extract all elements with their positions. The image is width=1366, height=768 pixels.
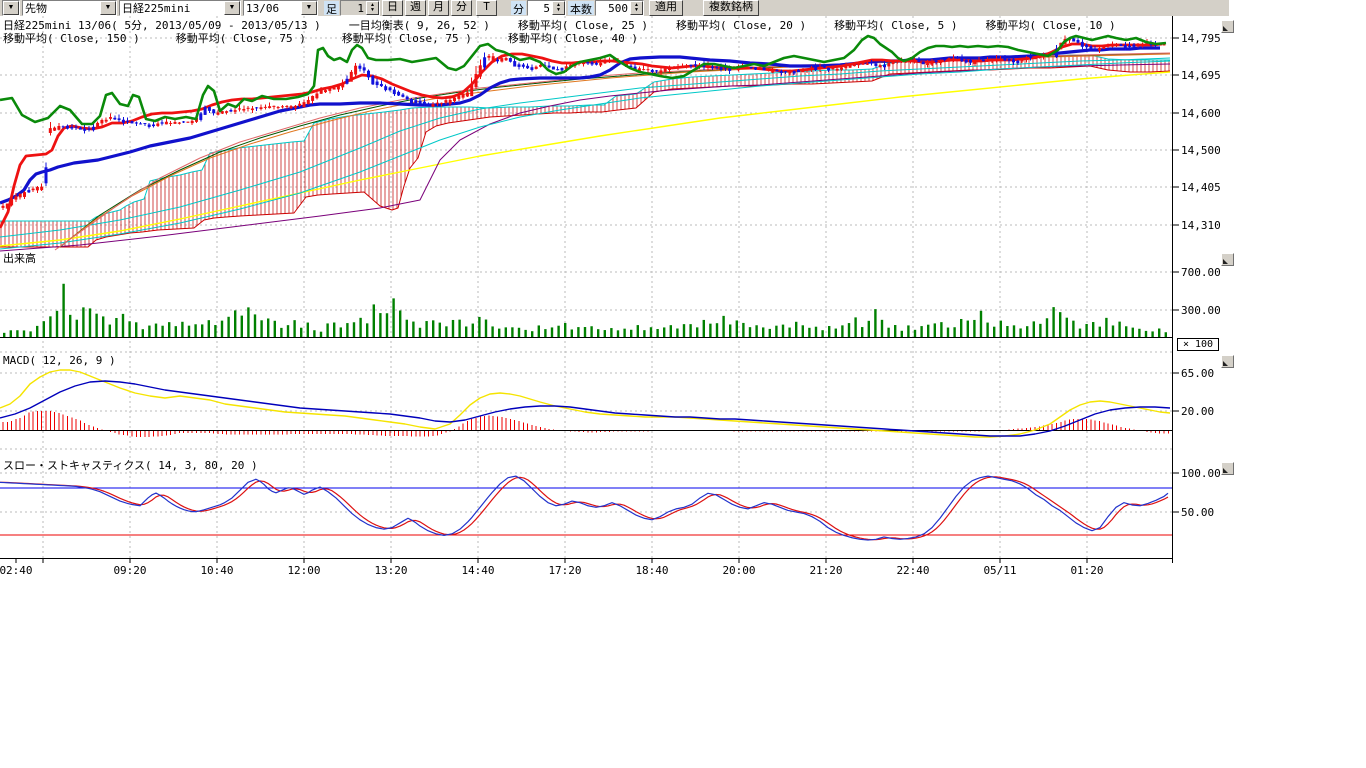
chevron-down-icon[interactable]: ▼ [224, 1, 240, 15]
y-axis-label: 700.00 [1181, 266, 1221, 279]
y-axis-label: 14,795 [1181, 32, 1221, 45]
symbol-combobox[interactable]: 日経225mini ▼ [119, 0, 241, 16]
y-axis-label: 14,310 [1181, 219, 1221, 232]
bars-label: 本数 [568, 1, 594, 15]
x-axis-label: 13:20 [374, 564, 407, 577]
pane-collapse-button[interactable] [1221, 253, 1234, 266]
apply-button[interactable]: 適用 [649, 0, 683, 16]
x-axis-label: 09:20 [113, 564, 146, 577]
category-combobox[interactable]: 先物 ▼ [22, 0, 117, 16]
x-axis-label: 20:00 [722, 564, 755, 577]
y-axis-label: 14,600 [1181, 107, 1221, 120]
trading-app-window: ▼ 先物 ▼ 日経225mini ▼ 13/06 ▼ 足 1 ▲▼ 日 週 月 … [0, 0, 1366, 768]
legend-row-2: 移動平均( Close, 150 ) 移動平均( Close, 75 ) 移動平均(… [3, 30, 674, 46]
ashi-label: 足 [324, 1, 339, 15]
stochastics-pane [0, 476, 1172, 540]
ashi-count-value: 1 [341, 2, 366, 15]
category-value: 先物 [23, 0, 100, 16]
toolbar: ▼ 先物 ▼ 日経225mini ▼ 13/06 ▼ 足 1 ▲▼ 日 週 月 … [0, 0, 1229, 16]
minute-value: 5 [528, 2, 552, 15]
chevron-down-icon[interactable]: ▼ [301, 1, 317, 15]
volume-bars [0, 284, 1172, 338]
x-axis-label: 14:40 [461, 564, 494, 577]
y-axis-label: 65.00 [1181, 367, 1214, 380]
legend-item: 移動平均( Close, 5 ) [834, 17, 957, 33]
window-select-dropdown[interactable]: ▼ [2, 0, 20, 16]
minute-label: 分 [511, 1, 526, 15]
collapse-arrow-icon [1223, 361, 1228, 366]
ichimoku-cloud [0, 55, 1170, 247]
x-axis-label: 10:40 [200, 564, 233, 577]
legend-item: 移動平均( Close, 75 ) [342, 30, 472, 46]
chart-canvas[interactable] [0, 0, 1366, 600]
axes [0, 16, 1179, 563]
interval-tick-button[interactable]: T [476, 0, 497, 16]
symbol-value: 日経225mini [120, 0, 224, 16]
legend-item: 移動平均( Close, 75 ) [176, 30, 306, 46]
y-axis-label: 100.00 [1181, 467, 1221, 480]
y-axis-label: 14,695 [1181, 69, 1221, 82]
y-axis-label: 14,405 [1181, 181, 1221, 194]
spinner-arrows-icon[interactable]: ▲▼ [630, 1, 643, 15]
bars-spinner[interactable]: 500 ▲▼ [595, 0, 644, 16]
interval-minute-button[interactable]: 分 [451, 0, 472, 16]
y-axis-label: 20.00 [1181, 405, 1214, 418]
stoch-pane-label: スロー・ストキャスティクス( 14, 3, 80, 20 ) [3, 457, 258, 473]
collapse-arrow-icon [1223, 26, 1228, 31]
interval-month-button[interactable]: 月 [428, 0, 449, 16]
contract-combobox[interactable]: 13/06 ▼ [243, 0, 318, 16]
legend-item: 移動平均( Close, 10 ) [986, 17, 1116, 33]
x-axis-label: 12:00 [287, 564, 320, 577]
volume-pane-label: 出来高 [3, 250, 36, 266]
collapse-arrow-icon [1223, 259, 1228, 264]
pane-collapse-button[interactable] [1221, 355, 1234, 368]
x-axis-label: 18:40 [635, 564, 668, 577]
x-axis-label: 17:20 [548, 564, 581, 577]
volume-multiplier-badge: × 100 [1177, 338, 1219, 351]
y-axis-label: 300.00 [1181, 304, 1221, 317]
y-axis-label: 14,500 [1181, 144, 1221, 157]
pane-collapse-button[interactable] [1221, 20, 1234, 33]
spinner-arrows-icon[interactable]: ▲▼ [366, 1, 379, 15]
pane-collapse-button[interactable] [1221, 462, 1234, 475]
y-axis-label: 50.00 [1181, 506, 1214, 519]
x-axis-label: 05/11 [983, 564, 1016, 577]
x-axis-label: 22:40 [896, 564, 929, 577]
legend-item: 移動平均( Close, 40 ) [508, 30, 638, 46]
ashi-count-spinner[interactable]: 1 ▲▼ [340, 0, 380, 16]
multi-symbol-button[interactable]: 複数銘柄 [703, 0, 759, 16]
chevron-down-icon[interactable]: ▼ [3, 1, 19, 15]
chevron-down-icon[interactable]: ▼ [100, 1, 116, 15]
macd-pane [0, 370, 1172, 437]
x-axis-label: 01:20 [1070, 564, 1103, 577]
legend-item: 移動平均( Close, 150 ) [3, 30, 140, 46]
collapse-arrow-icon [1223, 468, 1228, 473]
bars-value: 500 [596, 2, 630, 15]
interval-week-button[interactable]: 週 [405, 0, 426, 16]
macd-pane-label: MACD( 12, 26, 9 ) [3, 354, 116, 367]
minute-spinner[interactable]: 5 ▲▼ [527, 0, 566, 16]
spinner-arrows-icon[interactable]: ▲▼ [552, 1, 565, 15]
x-axis-label: 02:40 [0, 564, 33, 577]
interval-day-button[interactable]: 日 [382, 0, 403, 16]
legend-item: 移動平均( Close, 20 ) [676, 17, 806, 33]
x-axis-label: 21:20 [809, 564, 842, 577]
contract-value: 13/06 [244, 2, 301, 15]
